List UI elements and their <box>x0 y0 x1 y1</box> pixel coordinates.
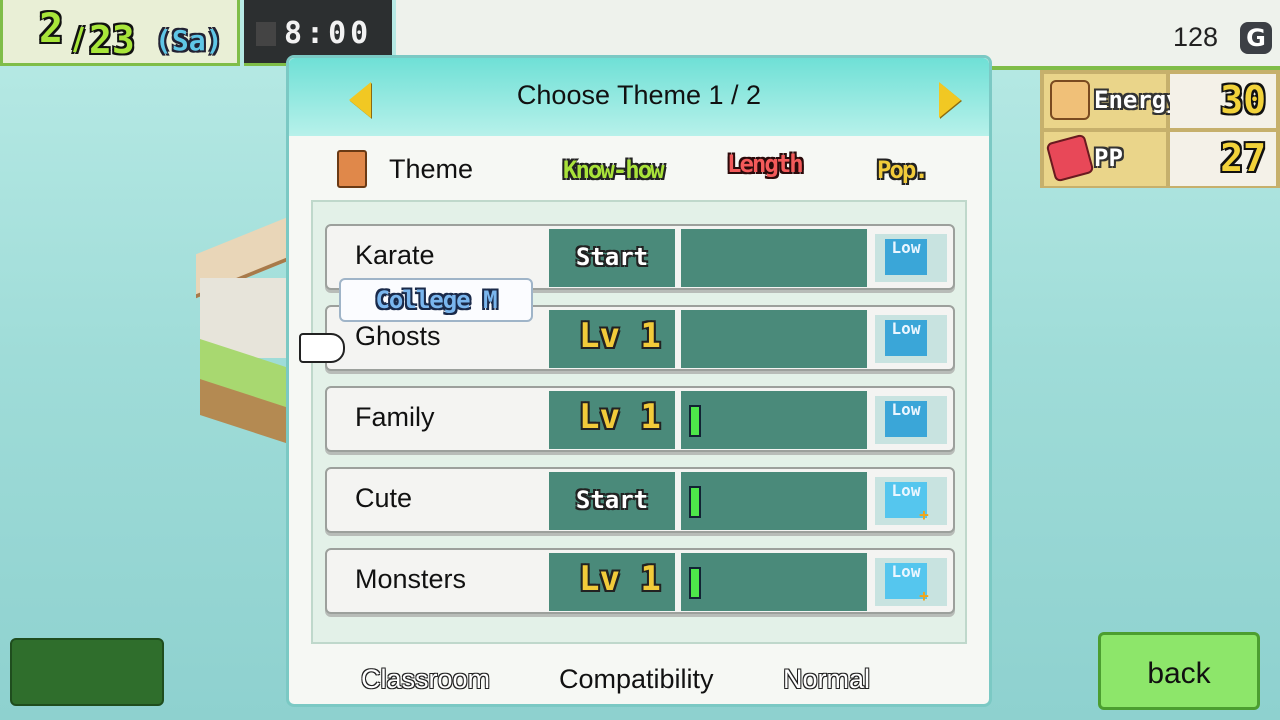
back-button-label: back <box>1147 657 1211 690</box>
knowhow-cell: Start <box>549 472 675 530</box>
theme-row-family[interactable]: Family Lv 1 Low <box>325 386 955 452</box>
pp-label: PP <box>1094 144 1123 172</box>
gold-currency-icon: G <box>1240 22 1272 54</box>
popularity-badge: Low <box>885 239 927 275</box>
tooltip-text: College M <box>375 286 497 314</box>
knowhow-cell: Lv 1 <box>549 310 675 368</box>
theme-column-header: Theme <box>389 154 474 184</box>
energy-value-cell: 30 <box>1170 74 1276 128</box>
footer-normal: Normal <box>783 664 871 694</box>
popularity-column-header: Pop. <box>877 156 929 184</box>
knowhow-level: Lv 1 <box>579 559 661 599</box>
energy-stat: Energy 30 <box>1044 74 1276 128</box>
popularity-cell: Low <box>875 396 947 444</box>
theme-name: Cute <box>355 483 413 513</box>
theme-name: Monsters <box>355 564 467 594</box>
back-button[interactable]: back <box>1098 632 1260 710</box>
date-day: 23 <box>89 18 135 62</box>
footer-classroom: Classroom <box>361 664 491 694</box>
theme-row-cute[interactable]: Cute Start Low + <box>325 467 955 533</box>
length-cell <box>681 229 867 287</box>
arrow-right-icon[interactable] <box>939 82 961 118</box>
length-bar <box>689 405 701 437</box>
pp-value: 27 <box>1220 136 1266 180</box>
length-cell <box>681 391 867 449</box>
pp-label-cell: PP <box>1044 132 1166 186</box>
knowhow-level: Lv 1 <box>579 316 661 356</box>
popularity-badge: Low <box>885 401 927 437</box>
length-cell <box>681 310 867 368</box>
length-column-header: Length <box>727 150 804 178</box>
pointing-hand-icon <box>299 333 345 363</box>
popularity-text: Low <box>891 481 921 500</box>
choose-theme-dialog: Choose Theme 1 / 2 Theme Know-how Length… <box>286 55 992 707</box>
pp-value-cell: 27 <box>1170 132 1276 186</box>
popularity-cell: Low <box>875 315 947 363</box>
stats-panel: Energy 30 PP 27 <box>1040 70 1280 188</box>
theme-list: Karate Start Low Ghosts Lv 1 Low Family … <box>311 200 967 644</box>
background-building <box>196 213 296 445</box>
footer-compatibility: Compatibility <box>559 664 714 694</box>
plus-icon: + <box>919 505 929 524</box>
eraser-icon <box>1045 133 1095 183</box>
dialog-title: Choose Theme 1 / 2 <box>516 80 762 110</box>
knowhow-cell: Lv 1 <box>549 553 675 611</box>
length-cell <box>681 553 867 611</box>
theme-name: Ghosts <box>355 321 441 351</box>
energy-value: 30 <box>1220 78 1266 122</box>
pp-stat: PP 27 <box>1044 132 1276 186</box>
date-slash: / <box>73 22 84 57</box>
theme-name: Karate <box>355 240 435 270</box>
book-icon <box>337 150 367 188</box>
knowhow-level: Lv 1 <box>579 397 661 437</box>
money-amount: 128 <box>1172 22 1218 52</box>
date-month: 2 <box>39 6 64 52</box>
popularity-cell: Low + <box>875 477 947 525</box>
theme-name: Family <box>355 402 435 432</box>
dialog-header: Choose Theme 1 / 2 <box>289 58 989 136</box>
length-cell <box>681 472 867 530</box>
popularity-badge: Low + <box>885 562 929 604</box>
knowhow-cell: Start <box>549 229 675 287</box>
knowhow-column-header: Know-how <box>563 156 665 184</box>
popularity-badge: Low + <box>885 481 929 523</box>
clock-block-icon <box>256 22 276 46</box>
date-weekday: (Sa) <box>155 24 223 57</box>
energy-label-cell: Energy <box>1044 74 1181 128</box>
popularity-cell: Low + <box>875 558 947 606</box>
knowhow-cell: Lv 1 <box>549 391 675 449</box>
knowhow-level: Start <box>575 486 649 514</box>
date-display: 2 / 23 (Sa) <box>0 0 240 66</box>
popularity-badge: Low <box>885 320 927 356</box>
theme-row-monsters[interactable]: Monsters Lv 1 Low + <box>325 548 955 614</box>
menu-button[interactable] <box>10 638 164 706</box>
popularity-cell: Low <box>875 234 947 282</box>
length-bar <box>689 486 701 518</box>
energy-icon <box>1050 80 1090 120</box>
tooltip: College M <box>339 278 533 322</box>
clock-time: 8:00 <box>284 16 373 51</box>
energy-label: Energy <box>1094 86 1181 114</box>
plus-icon: + <box>919 586 929 605</box>
popularity-text: Low <box>891 562 921 581</box>
knowhow-level: Start <box>575 243 649 271</box>
length-bar <box>689 567 701 599</box>
